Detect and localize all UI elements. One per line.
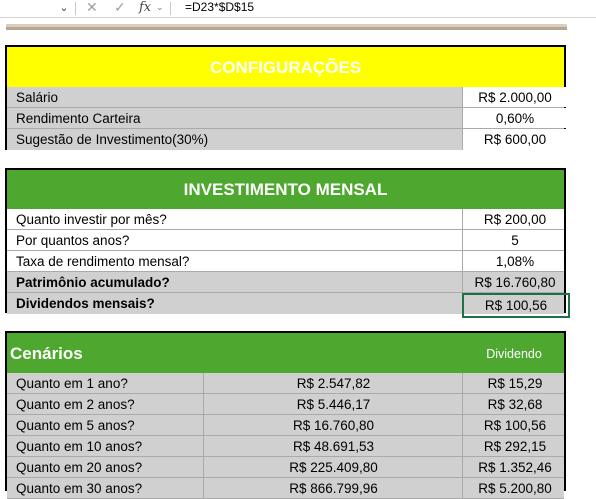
cell-value[interactable]: R$ 16.760,80 [462, 272, 567, 292]
chevron-down-icon: ⌄ [156, 2, 164, 12]
cell-value[interactable]: 1,08% [462, 251, 567, 271]
divider [170, 2, 171, 15]
cell-dividendo[interactable]: R$ 5.200,80 [462, 478, 567, 498]
investimento-table: INVESTIMENTO MENSAL Quanto investir por … [5, 168, 570, 318]
cell-label[interactable]: Patrimônio acumulado? [16, 272, 170, 293]
table-row: Quanto investir por mês? R$ 200,00 [7, 209, 564, 230]
name-box-dropdown-icon[interactable]: ⌄ [56, 0, 72, 16]
insert-function-icon[interactable]: fx [139, 0, 151, 15]
partial-image-strip [6, 24, 567, 30]
enter-icon[interactable]: ✓ [114, 0, 126, 16]
cell-label[interactable]: Quanto investir por mês? [16, 209, 167, 230]
cell-label[interactable]: Dividendos mensais? [16, 293, 155, 314]
table-row: Taxa de rendimento mensal? 1,08% [7, 251, 564, 272]
table-row: Quanto em 10 anos? R$ 48.691,53 R$ 292,1… [7, 436, 564, 457]
cenarios-title[interactable]: Cenários [10, 333, 83, 375]
table-row: Sugestão de Investimento(30%) R$ 600,00 [7, 129, 567, 150]
cell-label[interactable]: Quanto em 2 anos? [16, 394, 135, 415]
cell-patrimonio[interactable]: R$ 5.446,17 [203, 394, 463, 414]
selected-cell[interactable]: R$ 100,56 [462, 293, 570, 318]
table-row: Rendimento Carteira 0,60% [7, 108, 567, 129]
divider [75, 2, 76, 15]
cell-label[interactable]: Quanto em 30 anos? [16, 478, 142, 499]
cell-label[interactable]: Quanto em 20 anos? [16, 457, 142, 478]
cell-dividendo[interactable]: R$ 100,56 [462, 415, 567, 435]
table-row: Dividendos mensais? R$ 100,56 [7, 293, 570, 318]
cell-value[interactable]: R$ 2.000,00 [462, 87, 567, 107]
cell-value[interactable]: 5 [462, 230, 567, 250]
dividend-column-header[interactable]: Dividendo [462, 333, 566, 375]
table-row: Quanto em 2 anos? R$ 5.446,17 R$ 32,68 [7, 394, 564, 415]
cenarios-header: Cenários Dividendo [7, 333, 564, 374]
config-table: CONFIGURAÇÕES Salário R$ 2.000,00 Rendim… [5, 45, 567, 150]
cell-value[interactable]: R$ 200,00 [462, 209, 567, 229]
table-row: Por quantos anos? 5 [7, 230, 564, 251]
table-row: Patrimônio acumulado? R$ 16.760,80 [7, 272, 564, 293]
cell-label[interactable]: Salário [16, 87, 58, 108]
cell-dividendo[interactable]: R$ 292,15 [462, 436, 567, 456]
formula-input[interactable]: =D23*$D$15 [185, 0, 254, 14]
cell-label[interactable]: Quanto em 10 anos? [16, 436, 142, 457]
cenarios-table: Cenários Dividendo Quanto em 1 ano? R$ 2… [5, 331, 566, 499]
table-row: Quanto em 5 anos? R$ 16.760,80 R$ 100,56 [7, 415, 564, 436]
cell-patrimonio[interactable]: R$ 2.547,82 [203, 373, 463, 393]
cell-label[interactable]: Sugestão de Investimento(30%) [16, 129, 208, 150]
cell-patrimonio[interactable]: R$ 16.760,80 [203, 415, 463, 435]
cell-dividendo[interactable]: R$ 32,68 [462, 394, 567, 414]
table-row: Salário R$ 2.000,00 [7, 87, 567, 108]
cancel-icon[interactable]: ✕ [86, 0, 98, 16]
config-title[interactable]: CONFIGURAÇÕES [7, 47, 564, 88]
investimento-title[interactable]: INVESTIMENTO MENSAL [7, 170, 564, 210]
table-row: Quanto em 1 ano? R$ 2.547,82 R$ 15,29 [7, 373, 564, 394]
table-row: Quanto em 20 anos? R$ 225.409,80 R$ 1.35… [7, 457, 564, 478]
cell-patrimonio[interactable]: R$ 225.409,80 [203, 457, 463, 477]
cell-patrimonio[interactable]: R$ 48.691,53 [203, 436, 463, 456]
cell-value[interactable]: 0,60% [462, 108, 567, 128]
cell-label[interactable]: Taxa de rendimento mensal? [16, 251, 189, 272]
cell-label[interactable]: Quanto em 1 ano? [16, 373, 128, 394]
cell-label[interactable]: Quanto em 5 anos? [16, 415, 135, 436]
cell-label[interactable]: Por quantos anos? [16, 230, 129, 251]
cell-label[interactable]: Rendimento Carteira [16, 108, 141, 129]
cell-patrimonio[interactable]: R$ 866.799,96 [203, 478, 463, 498]
cell-dividendo[interactable]: R$ 15,29 [462, 373, 567, 393]
cell-dividendo[interactable]: R$ 1.352,46 [462, 457, 567, 477]
formula-bar: ⌄ ✕ ✓ fx ⌄ =D23*$D$15 [0, 0, 596, 18]
cell-value[interactable]: R$ 600,00 [462, 129, 567, 150]
table-row: Quanto em 30 anos? R$ 866.799,96 R$ 5.20… [7, 478, 564, 499]
